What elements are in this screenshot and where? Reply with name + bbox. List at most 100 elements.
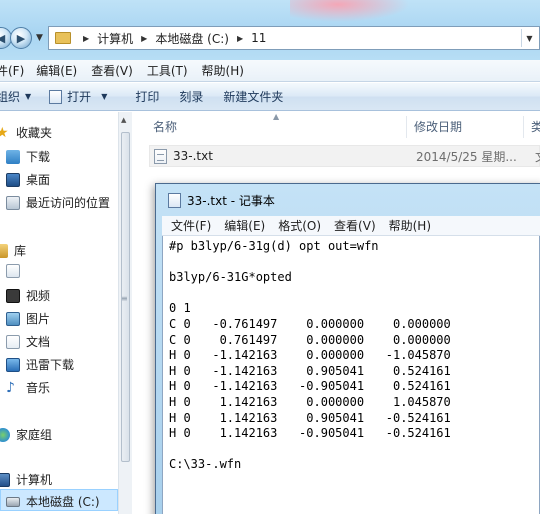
column-header-type[interactable]: 类 (531, 112, 540, 140)
file-row[interactable]: 33-.txt 2014/5/25 星期... 文 (149, 145, 540, 167)
file-name: 33-.txt (173, 149, 213, 163)
homegroup-icon (0, 427, 10, 442)
xunlei-download-icon (6, 357, 20, 372)
menu-tools[interactable]: 工具(T) (147, 62, 188, 79)
nav-local-disk[interactable]: 本地磁盘 (C:) (6, 493, 100, 510)
star-icon: ★ (0, 124, 9, 141)
print-label: 打印 (135, 90, 160, 104)
nav-homegroup[interactable]: 家庭组 (0, 426, 52, 443)
library-icon (0, 243, 8, 258)
chevron-right-icon[interactable]: ▶ (83, 34, 89, 43)
column-modified-label: 修改日期 (414, 119, 463, 134)
breadcrumb: ▶ 计算机 ▶ 本地磁盘 (C:) ▶ 11 (75, 30, 266, 47)
nav-computer-label: 计算机 (16, 473, 53, 487)
chevron-down-icon: ▼ (101, 92, 108, 101)
chevron-right-icon[interactable]: ▶ (237, 34, 243, 43)
open-label: 打开 (67, 90, 92, 104)
navigation-scrollbar[interactable]: ▲ ≡ (118, 112, 132, 514)
column-divider[interactable] (406, 116, 407, 138)
nav-music-label: 音乐 (26, 381, 51, 395)
column-header-modified[interactable]: 修改日期 (414, 112, 462, 140)
burn-button[interactable]: 刻录 (179, 88, 203, 105)
nav-documents-label: 文档 (26, 335, 51, 349)
column-divider[interactable] (523, 116, 524, 138)
nav-libraries[interactable]: 库 (0, 242, 26, 259)
column-name-label: 名称 (153, 119, 178, 134)
nav-unnamed-library[interactable] (6, 264, 26, 278)
nav-desktop-label: 桌面 (26, 173, 51, 187)
nav-documents[interactable]: 文档 (6, 333, 50, 350)
download-folder-icon (6, 149, 20, 164)
library-document-icon (6, 264, 20, 278)
breadcrumb-folder[interactable]: 11 (251, 31, 266, 45)
nav-xunlei-label: 迅雷下载 (26, 358, 75, 372)
desktop-icon (6, 172, 20, 187)
column-header-name[interactable]: 名称 (153, 112, 177, 140)
recent-pages-dropdown[interactable]: ▼ (36, 33, 43, 43)
video-icon (6, 288, 20, 303)
organize-label: 组织 (0, 90, 21, 104)
organize-button[interactable]: 组织 ▼ (0, 88, 31, 105)
picture-icon (6, 311, 20, 326)
column-type-label: 类 (531, 119, 540, 134)
nav-libraries-label: 库 (14, 244, 27, 258)
nav-xunlei[interactable]: 迅雷下载 (6, 356, 74, 373)
scroll-up-icon[interactable]: ▲ (121, 116, 126, 124)
nav-downloads-label: 下载 (26, 150, 51, 164)
menu-view[interactable]: 查看(V) (91, 62, 133, 79)
nav-pictures-label: 图片 (26, 312, 51, 326)
notepad-window: 33-.txt - 记事本 文件(F) 编辑(E) 格式(O) 查看(V) 帮助… (155, 183, 540, 514)
notepad-menu-view[interactable]: 查看(V) (334, 217, 376, 234)
nav-downloads[interactable]: 下载 (6, 148, 50, 165)
notepad-icon (168, 193, 181, 208)
notepad-menu-bar: 文件(F) 编辑(E) 格式(O) 查看(V) 帮助(H) (162, 216, 540, 236)
text-file-icon (154, 148, 167, 164)
file-type: 文 (535, 148, 540, 165)
nav-videos[interactable]: 视频 (6, 287, 50, 304)
nav-videos-label: 视频 (26, 289, 51, 303)
file-modified-date: 2014/5/25 星期... (416, 149, 517, 164)
new-folder-button[interactable]: 新建文件夹 (223, 88, 283, 105)
command-toolbar: 组织 ▼ 打开 ▼ 打印 刻录 新建文件夹 (0, 83, 540, 111)
sort-ascending-icon: ▲ (273, 112, 280, 121)
notepad-title: 33-.txt - 记事本 (187, 194, 275, 208)
document-icon (6, 334, 20, 349)
address-bar[interactable]: ▶ 计算机 ▶ 本地磁盘 (C:) ▶ 11 ▼ (48, 26, 540, 50)
nav-favorites-label: 收藏夹 (16, 126, 53, 140)
forward-button[interactable]: ▶ (10, 27, 32, 49)
notepad-text-area[interactable]: #p b3lyp/6-31g(d) opt out=wfn b3lyp/6-31… (162, 236, 540, 514)
nav-homegroup-label: 家庭组 (16, 428, 53, 442)
notepad-menu-help[interactable]: 帮助(H) (389, 217, 431, 234)
nav-desktop[interactable]: 桌面 (6, 171, 50, 188)
folder-icon (55, 32, 71, 44)
breadcrumb-local-disk[interactable]: 本地磁盘 (C:) (155, 30, 229, 47)
burn-label: 刻录 (179, 90, 204, 104)
chevron-right-icon[interactable]: ▶ (141, 34, 147, 43)
nav-computer[interactable]: 计算机 (0, 471, 52, 488)
recent-places-icon (6, 195, 20, 210)
notepad-menu-edit[interactable]: 编辑(E) (224, 217, 265, 234)
nav-recent-label: 最近访问的位置 (26, 196, 111, 210)
menu-bar: 件(F) 编辑(E) 查看(V) 工具(T) 帮助(H) (0, 60, 540, 82)
breadcrumb-computer[interactable]: 计算机 (97, 30, 133, 47)
disk-drive-icon (6, 496, 20, 507)
menu-help[interactable]: 帮助(H) (202, 62, 244, 79)
open-icon (49, 89, 63, 104)
print-button[interactable]: 打印 (135, 88, 159, 105)
chevron-down-icon: ▼ (25, 92, 32, 101)
new-folder-label: 新建文件夹 (223, 90, 284, 104)
notepad-menu-file[interactable]: 文件(F) (171, 217, 211, 234)
navigation-pane: ★ 收藏夹 下载 桌面 最近访问的位置 库 视频 图片 文档 迅雷下载 ♪ 音乐 (0, 112, 132, 514)
address-dropdown-button[interactable]: ▼ (521, 29, 537, 47)
nav-pictures[interactable]: 图片 (6, 310, 50, 327)
music-icon: ♪ (6, 379, 15, 396)
computer-icon (0, 472, 10, 487)
nav-favorites[interactable]: ★ 收藏夹 (0, 124, 52, 141)
notepad-title-bar[interactable]: 33-.txt - 记事本 (168, 192, 275, 209)
notepad-menu-format[interactable]: 格式(O) (278, 217, 321, 234)
menu-file[interactable]: 件(F) (0, 62, 24, 79)
menu-edit[interactable]: 编辑(E) (36, 62, 77, 79)
nav-recent[interactable]: 最近访问的位置 (6, 194, 110, 211)
nav-music[interactable]: ♪ 音乐 (6, 379, 50, 396)
open-button[interactable]: 打开 ▼ (49, 88, 107, 105)
